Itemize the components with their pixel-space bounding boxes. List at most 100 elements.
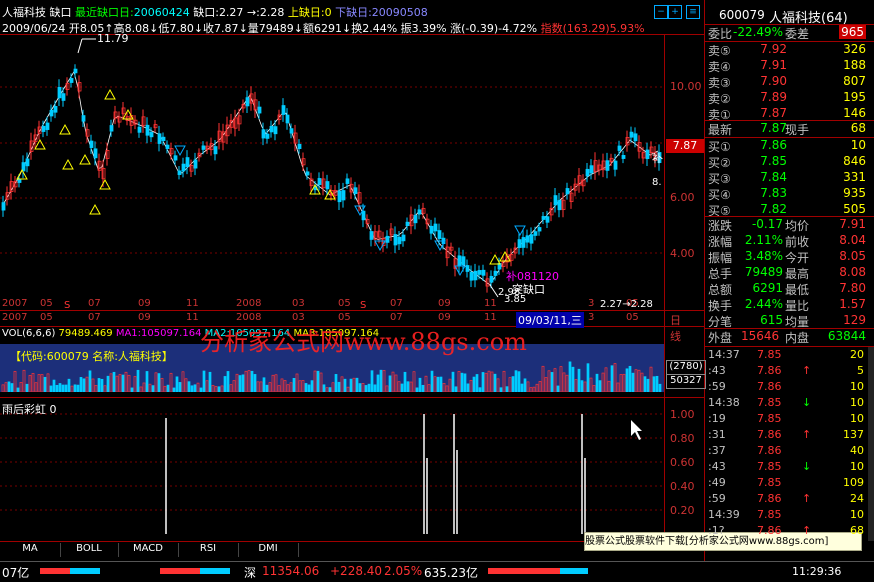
market-label: 深 [244, 566, 257, 580]
bid-vol: 10 [850, 138, 866, 152]
ind-y-label: 0.20 [670, 504, 695, 517]
weibi-label: 委比 [708, 27, 733, 41]
stat-value-2: 7.80 [839, 281, 866, 295]
ind-y-label: 0.60 [670, 456, 695, 469]
stat-value: 6291 [752, 281, 783, 295]
zoom-out-icon[interactable]: − [654, 5, 668, 19]
tick-scrollbar[interactable] [868, 347, 874, 541]
tick-time: 14:38 [708, 396, 740, 409]
bid-row: 买④ 7.83 935 [705, 186, 868, 203]
gap-value: 2.27 [218, 6, 244, 19]
stat-label-2: 前收 [785, 235, 810, 249]
stat-label-2: 今开 [785, 251, 810, 265]
indicator-chart[interactable] [0, 398, 664, 541]
recent-gap-date: 20060424 [133, 6, 190, 19]
stat-label-2: 最高 [785, 267, 810, 281]
panel-code: 600079 [719, 8, 765, 22]
stat-value-2: 8.04 [839, 233, 866, 247]
right-mark-2: 8. [652, 177, 662, 188]
outer-value: 15646 [741, 329, 780, 343]
tick-price: 7.85 [757, 460, 782, 473]
ask-vol: 326 [843, 42, 866, 56]
tick-row: :59 7.86 ↑ 24 [705, 492, 868, 508]
tick-vol: 10 [850, 460, 864, 473]
stat-label: 总手 [708, 267, 733, 281]
divider [0, 310, 705, 311]
tick-price: 7.86 [757, 380, 782, 393]
weibi-row: 委比 -22.49% 委差 965 [705, 25, 868, 42]
x-tick: 11 [186, 298, 199, 309]
x-tick: 07 [390, 298, 403, 309]
candles [1, 64, 662, 293]
tick-row: :31 7.86 ↑ 137 [705, 428, 868, 444]
ask-label: 卖④ [708, 60, 731, 74]
lower-gap-date: 20090508 [371, 6, 428, 19]
price-chart[interactable] [0, 35, 664, 310]
gap-header: 人福科技 缺口 最近缺口日:20060424 缺口:2.27 →:2.28 上缺… [2, 4, 428, 20]
last-price: 7.87 [760, 121, 787, 135]
x-tick: 07 [88, 298, 101, 309]
tab-rsi[interactable]: RSI [178, 543, 239, 557]
x-tick: 11 [484, 298, 497, 309]
vol-ma1: MA1:105097.164 [115, 328, 202, 339]
weibi-value: -22.49% [733, 25, 784, 39]
bid-vol: 505 [843, 202, 866, 216]
tick-price: 7.85 [757, 476, 782, 489]
stat-value: 3.48% [744, 249, 783, 263]
tab-dmi[interactable]: DMI [238, 543, 299, 557]
last-label: 最新 [708, 123, 733, 137]
outer-inner-row: 外盘 15646 内盘 63844 [705, 329, 868, 346]
tick-row: :37 7.86 40 [705, 444, 868, 460]
x-tick: 05 [626, 312, 639, 323]
now-label: 现手 [785, 123, 810, 137]
tick-row: :59 7.86 10 [705, 380, 868, 396]
stat-value-2: 1.57 [839, 297, 866, 311]
stat-label-2: 最低 [785, 283, 810, 297]
tick-time: :59 [708, 492, 726, 505]
x-tick: 05 [338, 298, 351, 309]
vol-tag-bot: 50327 [666, 374, 706, 389]
ask-label: 卖② [708, 92, 731, 106]
bid-vol: 331 [843, 170, 866, 184]
period-label[interactable]: 日线 [670, 312, 681, 344]
tab-ma[interactable]: MA [0, 543, 61, 557]
divider [664, 34, 665, 541]
ask-price: 7.91 [760, 58, 787, 72]
stat-value: 2.11% [744, 233, 783, 247]
tick-arrow: ↑ [802, 492, 812, 505]
s-mark: S [64, 300, 71, 311]
market-chg: +228.40 [330, 564, 383, 578]
zoom-in-icon[interactable]: + [668, 5, 682, 19]
x-tick: 09 [138, 312, 151, 323]
bid-vol: 846 [843, 154, 866, 168]
options-icon[interactable]: ≡ [686, 5, 700, 19]
quote-panel: 600079 人福科技(64) 委比 -22.49% 委差 965 卖⑤ 7.9… [705, 0, 874, 561]
ask-row: 卖② 7.89 195 [705, 90, 868, 107]
tick-row: 14:37 7.85 20 [705, 348, 868, 364]
x-tick: 3 [588, 298, 595, 309]
stat-value: -0.17 [751, 217, 783, 231]
stat-value: 79489 [744, 265, 783, 279]
ask-label: 卖⑤ [708, 44, 731, 58]
ind-y-label: 0.80 [670, 432, 695, 445]
stat-value: 2.44% [744, 297, 783, 311]
stat-row: 总额 6291 最低 7.80 [705, 281, 868, 298]
tick-price: 7.85 [757, 396, 782, 409]
current-price-tag: 7.87 [666, 139, 704, 153]
tab-macd[interactable]: MACD [118, 543, 179, 557]
tick-row: :1? 7.86 ↑ 68 [705, 524, 868, 540]
mouse-cursor-icon [631, 420, 642, 440]
tick-vol: 20 [850, 348, 864, 361]
stat-label: 涨幅 [708, 235, 733, 249]
gap-text: 2.27→2.28 [600, 299, 653, 310]
tab-boll[interactable]: BOLL [60, 543, 119, 557]
stat-label-2: 均价 [785, 219, 810, 233]
tick-price: 7.86 [757, 444, 782, 457]
s-mark: S [360, 300, 367, 311]
tick-arrow: ↑ [802, 428, 812, 441]
x-tick: 11 [186, 312, 199, 323]
tick-price: 7.85 [757, 508, 782, 521]
tick-arrow: ↑ [802, 364, 812, 377]
now-value: 68 [850, 121, 866, 135]
stat-row: 涨跌 -0.17 均价 7.91 [705, 217, 868, 234]
